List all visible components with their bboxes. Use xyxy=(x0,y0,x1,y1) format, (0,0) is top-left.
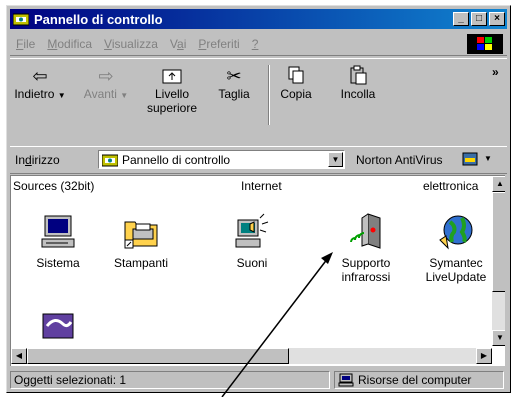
annotation-arrow xyxy=(221,252,333,397)
